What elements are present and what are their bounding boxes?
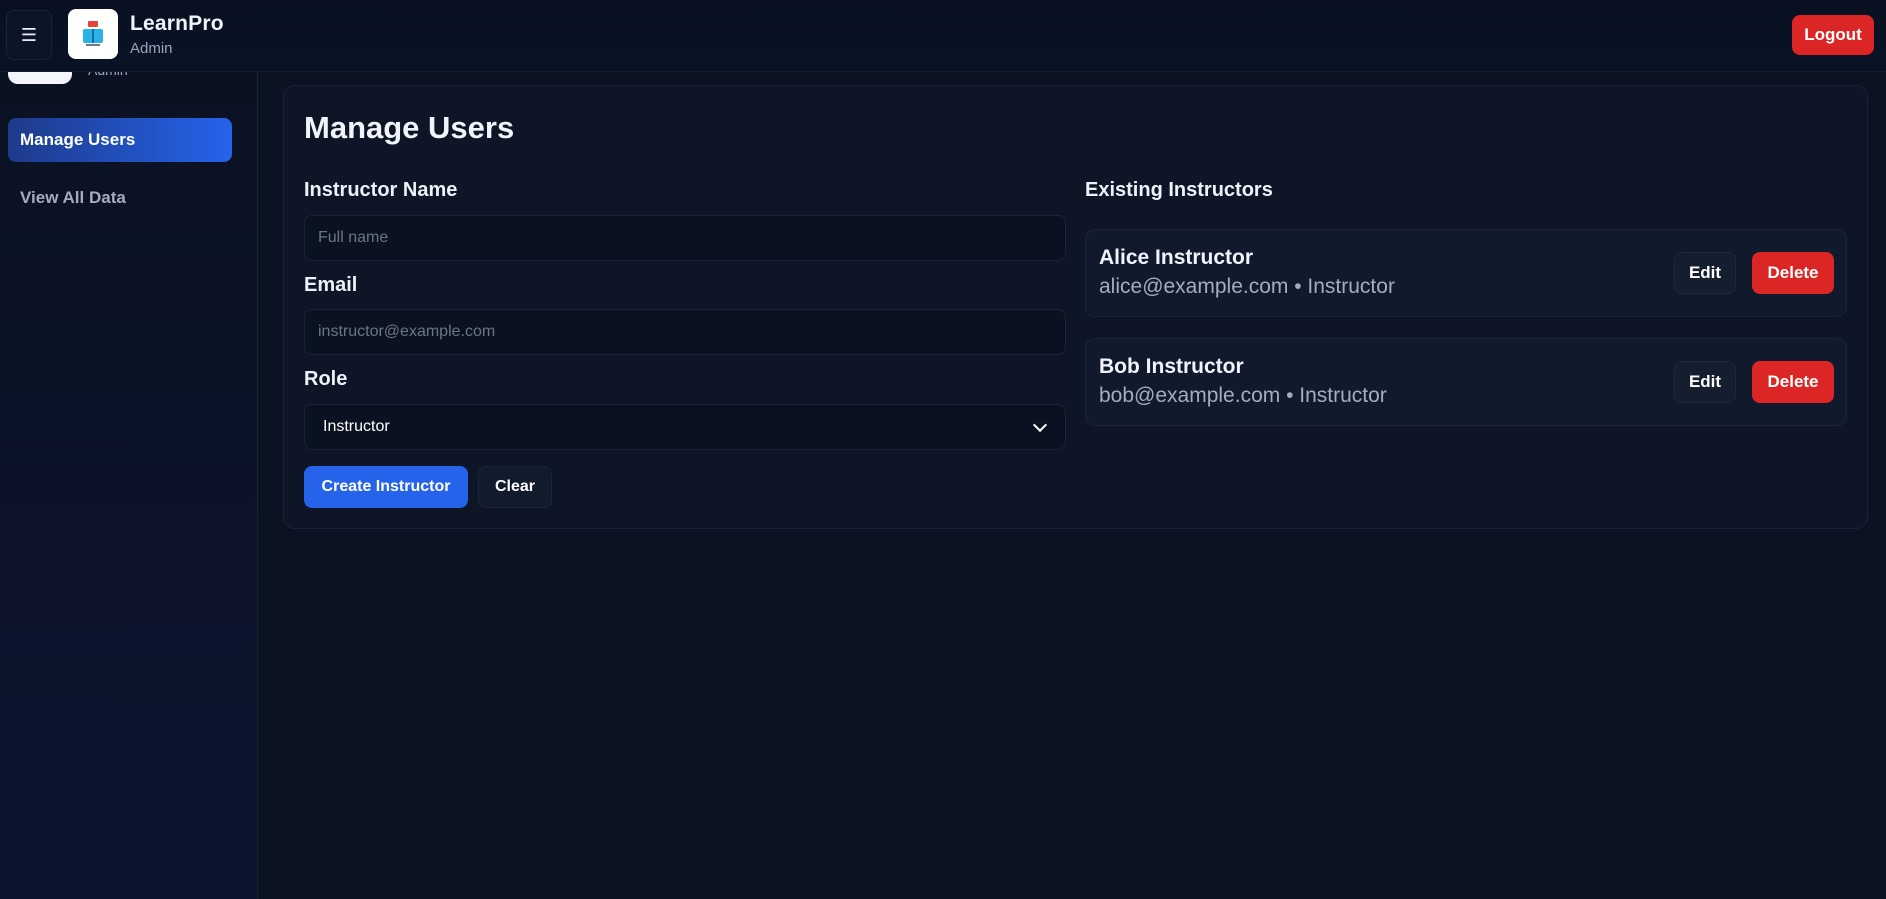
create-instructor-button[interactable]: Create Instructor xyxy=(304,466,468,508)
edit-button[interactable]: Edit xyxy=(1674,361,1736,403)
logo xyxy=(68,9,118,59)
edit-button[interactable]: Edit xyxy=(1674,252,1736,294)
instructor-name: Alice Instructor xyxy=(1099,246,1254,269)
delete-button[interactable]: Delete xyxy=(1752,252,1834,294)
list-item: Bob Instructor bob@example.com • Instruc… xyxy=(1085,338,1847,426)
role-label: Role xyxy=(304,368,348,390)
brand-subtitle: Admin xyxy=(130,40,173,57)
role-select[interactable]: Instructor xyxy=(304,404,1066,450)
clear-button[interactable]: Clear xyxy=(478,466,552,508)
top-header: ☰ LearnPro Admin Logout xyxy=(0,0,1886,72)
instructor-name-label: Instructor Name xyxy=(304,179,458,201)
sidebar-item-view-all-data[interactable]: View All Data xyxy=(8,176,232,220)
sidebar: Admin Manage Users View All Data xyxy=(0,62,258,899)
manage-users-card: Manage Users Instructor Name Full name E… xyxy=(283,85,1868,529)
instructor-name: Bob Instructor xyxy=(1099,355,1244,378)
instructor-name-input[interactable]: Full name xyxy=(304,215,1066,261)
existing-instructors-title: Existing Instructors xyxy=(1085,179,1273,201)
list-item: Alice Instructor alice@example.com • Ins… xyxy=(1085,229,1847,317)
book-logo-icon xyxy=(83,21,103,46)
email-input[interactable]: instructor@example.com xyxy=(304,309,1066,355)
sidebar-item-manage-users[interactable]: Manage Users xyxy=(8,118,232,162)
email-label: Email xyxy=(304,274,358,296)
chevron-down-icon xyxy=(1032,417,1048,432)
logout-button[interactable]: Logout xyxy=(1792,15,1874,55)
menu-icon[interactable]: ☰ xyxy=(6,10,52,60)
instructor-meta: alice@example.com • Instructor xyxy=(1099,275,1395,298)
page-title: Manage Users xyxy=(304,110,515,145)
brand-title: LearnPro xyxy=(130,12,224,35)
role-select-value: Instructor xyxy=(323,418,390,435)
instructor-meta: bob@example.com • Instructor xyxy=(1099,384,1387,407)
delete-button[interactable]: Delete xyxy=(1752,361,1834,403)
